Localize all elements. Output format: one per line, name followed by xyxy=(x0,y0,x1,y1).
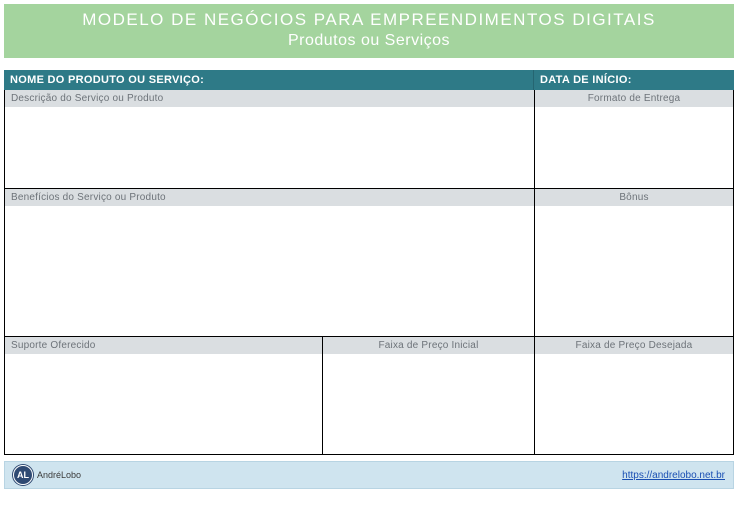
heading-bonus: Bônus xyxy=(535,189,733,206)
body-description[interactable] xyxy=(5,107,534,188)
cell-delivery-format: Formato de Entrega xyxy=(535,90,733,188)
cell-price-initial: Faixa de Preço Inicial xyxy=(323,337,535,454)
header-title: MODELO DE NEGÓCIOS PARA EMPREENDIMENTOS … xyxy=(4,10,734,30)
cell-bonus: Bônus xyxy=(535,189,733,336)
body-price-desired[interactable] xyxy=(535,354,733,454)
body-price-initial[interactable] xyxy=(323,354,534,454)
label-row: NOME DO PRODUTO OU SERVIÇO: DATA DE INÍC… xyxy=(4,70,734,90)
heading-benefits: Benefícios do Serviço ou Produto xyxy=(5,189,534,206)
label-start-date: DATA DE INÍCIO: xyxy=(534,70,734,90)
heading-delivery-format: Formato de Entrega xyxy=(535,90,733,107)
cell-price-desired: Faixa de Preço Desejada xyxy=(535,337,733,454)
spacer xyxy=(0,58,738,70)
cell-support: Suporte Oferecido xyxy=(5,337,323,454)
label-product-name: NOME DO PRODUTO OU SERVIÇO: xyxy=(4,70,534,90)
cell-benefits: Benefícios do Serviço ou Produto xyxy=(5,189,535,336)
row-pricing: Suporte Oferecido Faixa de Preço Inicial… xyxy=(5,336,733,454)
body-delivery-format[interactable] xyxy=(535,107,733,188)
footer-link[interactable]: https://andrelobo.net.br xyxy=(622,470,725,481)
row-benefits: Benefícios do Serviço ou Produto Bônus xyxy=(5,188,733,336)
heading-price-desired: Faixa de Preço Desejada xyxy=(535,337,733,354)
logo-badge: AL xyxy=(13,465,33,485)
row-description: Descrição do Serviço ou Produto Formato … xyxy=(5,90,733,188)
header-subtitle: Produtos ou Serviços xyxy=(4,32,734,50)
cell-description: Descrição do Serviço ou Produto xyxy=(5,90,535,188)
footer-logo: AL AndréLobo xyxy=(13,465,81,485)
body-benefits[interactable] xyxy=(5,206,534,336)
heading-price-initial: Faixa de Preço Inicial xyxy=(323,337,534,354)
canvas-grid: Descrição do Serviço ou Produto Formato … xyxy=(4,90,734,455)
logo-name: AndréLobo xyxy=(37,470,81,480)
footer-bar: AL AndréLobo https://andrelobo.net.br xyxy=(4,461,734,489)
header-banner: MODELO DE NEGÓCIOS PARA EMPREENDIMENTOS … xyxy=(4,4,734,58)
body-support[interactable] xyxy=(5,354,322,454)
heading-support: Suporte Oferecido xyxy=(5,337,322,354)
body-bonus[interactable] xyxy=(535,206,733,336)
heading-description: Descrição do Serviço ou Produto xyxy=(5,90,534,107)
